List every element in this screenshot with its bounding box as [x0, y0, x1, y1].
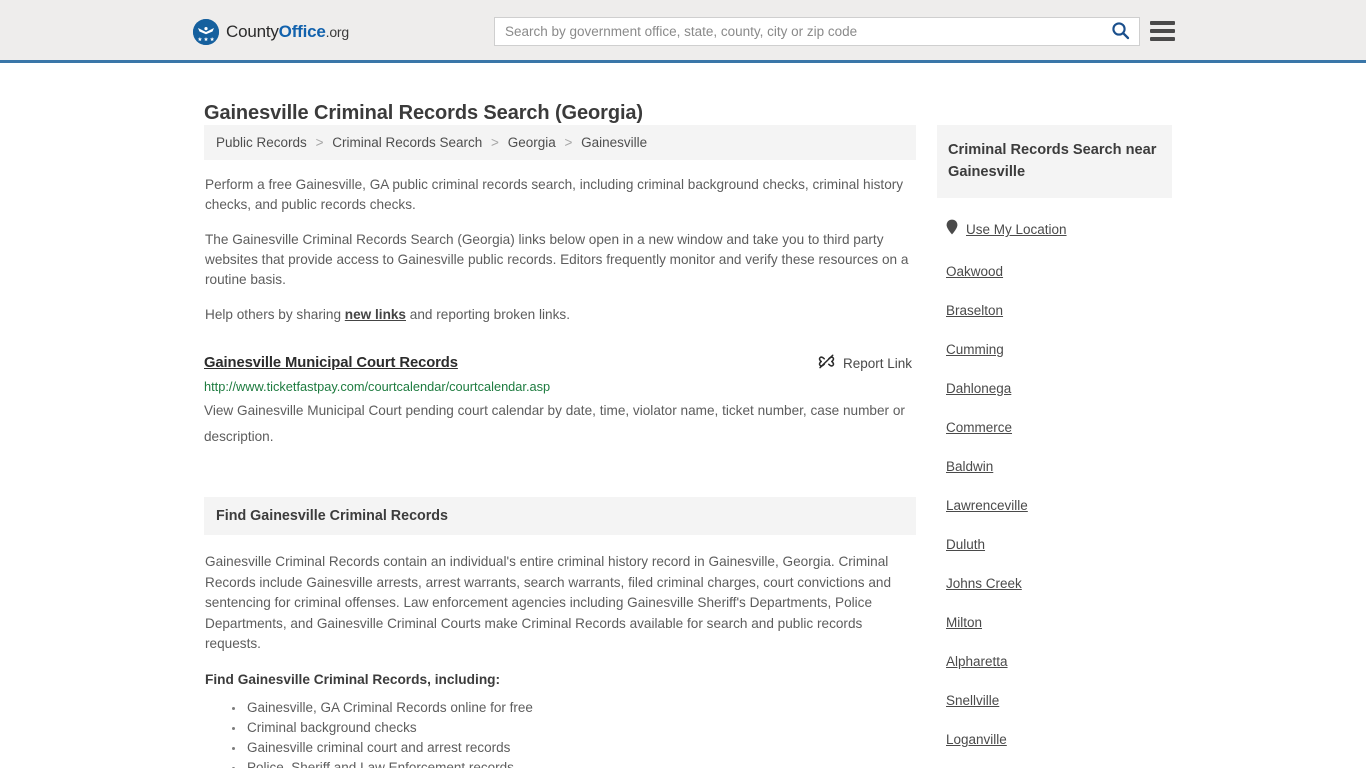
breadcrumb-item-georgia[interactable]: Georgia [508, 135, 556, 150]
breadcrumb-separator: > [564, 135, 573, 150]
list-item: Gainesville, GA Criminal Records online … [245, 698, 916, 718]
nearby-cities-list: Oakwood Braselton Cumming Dahlonega Comm… [937, 263, 1172, 768]
sidebar-city-commerce[interactable]: Commerce [946, 420, 1012, 435]
result-description: View Gainesville Municipal Court pending… [204, 403, 905, 444]
sidebar-title: Criminal Records Search near Gainesville [948, 142, 1157, 180]
result-header-row: Gainesville Municipal Court Records Repo… [204, 353, 916, 373]
list-item: Braselton [946, 302, 1172, 320]
broken-link-icon [818, 353, 835, 373]
logo-text-org: .org [325, 24, 350, 40]
sidebar-city-milton[interactable]: Milton [946, 615, 982, 630]
find-records-body: Gainesville Criminal Records contain an … [205, 554, 892, 651]
breadcrumb-item-gainesville[interactable]: Gainesville [581, 135, 647, 150]
page-title: Gainesville Criminal Records Search (Geo… [204, 102, 643, 125]
list-item: Criminal background checks [245, 718, 916, 738]
sidebar-city-dahlonega[interactable]: Dahlonega [946, 381, 1011, 396]
list-item: Baldwin [946, 458, 1172, 476]
eagle-seal-icon [193, 19, 219, 45]
search-result-item: Gainesville Municipal Court Records Repo… [204, 353, 916, 450]
map-pin-icon [946, 219, 958, 240]
breadcrumb-separator: > [491, 135, 499, 150]
list-item: Loganville [946, 731, 1172, 749]
share-text-after: and reporting broken links. [406, 307, 570, 322]
hamburger-bar [1150, 29, 1175, 33]
list-item: Snellville [946, 692, 1172, 710]
breadcrumb-separator: > [315, 135, 324, 150]
sidebar: Criminal Records Search near Gainesville… [937, 125, 1172, 768]
intro-paragraph-1: Perform a free Gainesville, GA public cr… [205, 177, 904, 212]
search-button[interactable] [1101, 18, 1139, 45]
list-item: Alpharetta [946, 653, 1172, 671]
list-item: Johns Creek [946, 575, 1172, 593]
list-item: Duluth [946, 536, 1172, 554]
hamburger-bar [1150, 37, 1175, 41]
hamburger-bar [1150, 21, 1175, 25]
search-bar[interactable] [494, 17, 1140, 46]
sidebar-city-baldwin[interactable]: Baldwin [946, 459, 993, 474]
breadcrumb-item-public-records[interactable]: Public Records [216, 135, 307, 150]
report-link-label: Report Link [842, 355, 912, 371]
intro-paragraph-2: The Gainesville Criminal Records Search … [205, 232, 909, 287]
find-records-heading: Find Gainesville Criminal Records [204, 497, 916, 535]
use-my-location-row[interactable]: Use My Location [946, 219, 1172, 240]
breadcrumb: Public Records > Criminal Records Search… [204, 125, 916, 160]
sidebar-city-braselton[interactable]: Braselton [946, 303, 1003, 318]
sidebar-city-johns-creek[interactable]: Johns Creek [946, 576, 1022, 591]
logo-text-office: Office [278, 22, 326, 41]
report-link-button[interactable]: Report Link [818, 353, 916, 373]
search-input[interactable] [495, 18, 1101, 45]
logo-text-county: County [226, 22, 279, 41]
hamburger-menu-icon[interactable] [1150, 21, 1175, 41]
list-item: Dahlonega [946, 380, 1172, 398]
result-url-link[interactable]: http://www.ticketfastpay.com/courtcalend… [204, 379, 916, 394]
list-item: Cumming [946, 341, 1172, 359]
list-item: Oakwood [946, 263, 1172, 281]
site-header: CountyOffice.org [0, 0, 1366, 63]
new-links-link[interactable]: new links [345, 307, 406, 322]
sidebar-city-oakwood[interactable]: Oakwood [946, 264, 1003, 279]
find-records-subheading: Find Gainesville Criminal Records, inclu… [205, 671, 501, 687]
list-item: Commerce [946, 419, 1172, 437]
sidebar-city-snellville[interactable]: Snellville [946, 693, 999, 708]
list-item: Milton [946, 614, 1172, 632]
sidebar-header-box: Criminal Records Search near Gainesville [937, 125, 1172, 198]
list-item: Police, Sheriff and Law Enforcement reco… [245, 758, 916, 768]
sidebar-city-duluth[interactable]: Duluth [946, 537, 985, 552]
list-item: Gainesville criminal court and arrest re… [245, 738, 916, 758]
logo-wordmark: CountyOffice.org [226, 22, 349, 42]
share-text-before: Help others by sharing [205, 307, 345, 322]
sidebar-city-cumming[interactable]: Cumming [946, 342, 1004, 357]
list-item: Lawrenceville [946, 497, 1172, 515]
breadcrumb-item-criminal-records-search[interactable]: Criminal Records Search [332, 135, 482, 150]
sidebar-city-loganville[interactable]: Loganville [946, 732, 1007, 747]
search-icon [1111, 21, 1130, 43]
use-my-location-link[interactable]: Use My Location [966, 222, 1067, 237]
sidebar-city-alpharetta[interactable]: Alpharetta [946, 654, 1008, 669]
main-content: Public Records > Criminal Records Search… [204, 125, 916, 768]
sidebar-city-lawrenceville[interactable]: Lawrenceville [946, 498, 1028, 513]
find-records-bullet-list: Gainesville, GA Criminal Records online … [204, 698, 916, 768]
result-title-link[interactable]: Gainesville Municipal Court Records [204, 355, 458, 371]
intro-paragraph-3: Help others by sharing new links and rep… [205, 305, 916, 325]
site-logo[interactable]: CountyOffice.org [193, 19, 349, 45]
